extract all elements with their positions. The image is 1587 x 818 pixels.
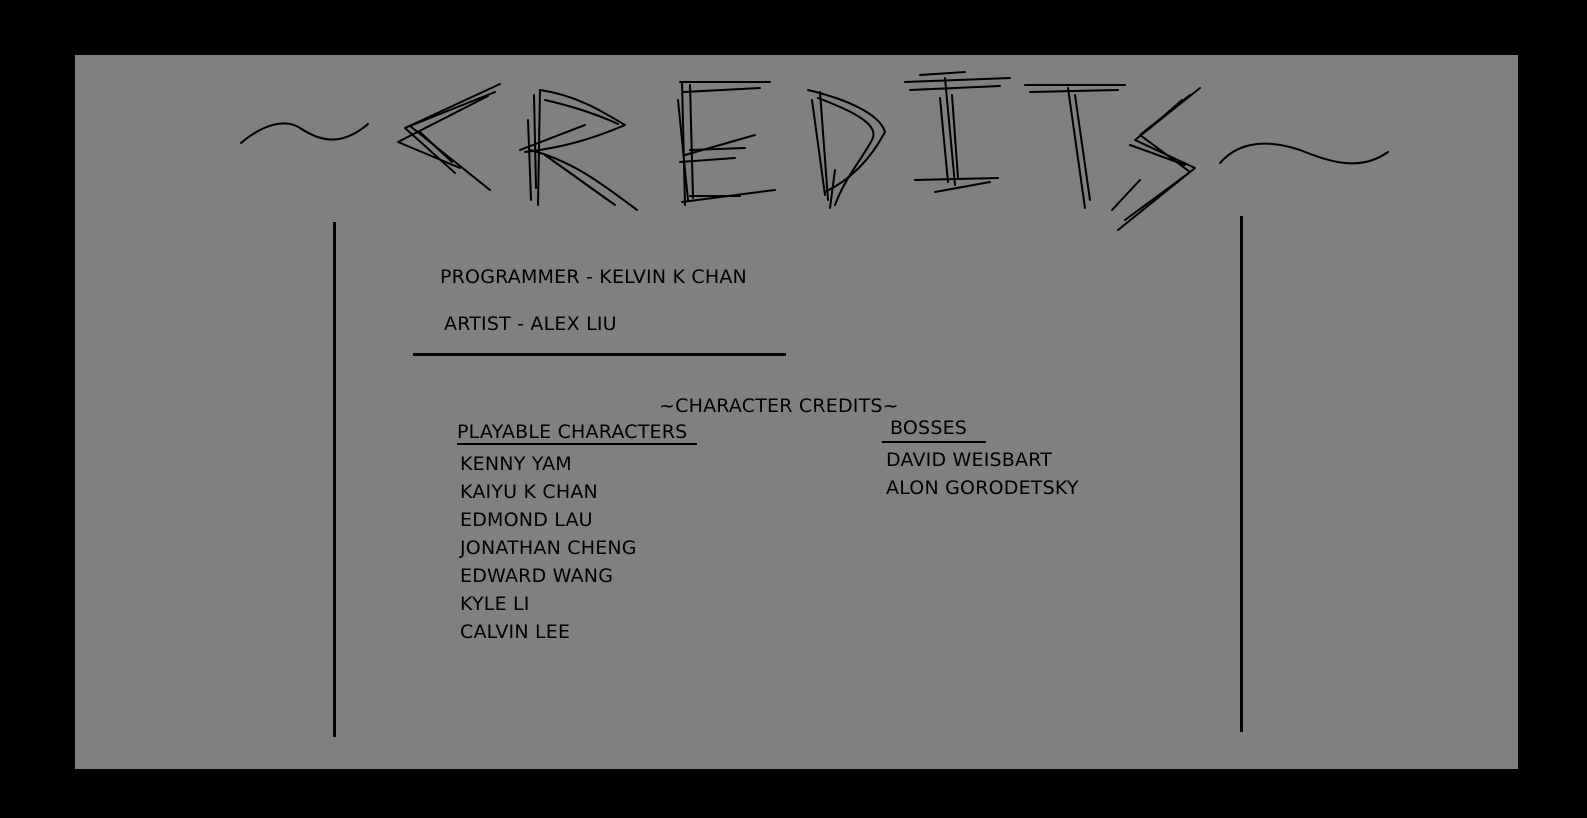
- left-panel-border: [333, 222, 336, 737]
- bosses-heading: BOSSES: [890, 417, 968, 439]
- playable-heading-underline: [457, 443, 697, 445]
- bosses-list: DAVID WEISBART ALON GORODETSKY: [886, 446, 1079, 502]
- list-item: EDMOND LAU: [460, 509, 593, 531]
- list-item: EDWARD WANG: [460, 565, 614, 587]
- character-credits-heading: ~CHARACTER CREDITS~: [659, 395, 899, 417]
- bosses-heading-underline: [882, 441, 986, 443]
- list-item: ALON GORODETSKY: [886, 477, 1079, 499]
- list-item: KYLE LI: [460, 593, 530, 615]
- staff-divider: [413, 353, 786, 356]
- list-item: KENNY YAM: [460, 453, 572, 475]
- list-item: DAVID WEISBART: [886, 449, 1053, 471]
- playable-characters-heading: PLAYABLE CHARACTERS: [457, 421, 688, 443]
- list-item: KAIYU K CHAN: [460, 481, 598, 503]
- programmer-credit: PROGRAMMER - KELVIN K CHAN: [440, 266, 747, 288]
- playable-characters-list: KENNY YAM KAIYU K CHAN EDMOND LAU JONATH…: [460, 450, 637, 646]
- artist-credit: ARTIST - ALEX LIU: [444, 313, 617, 335]
- game-screen: PROGRAMMER - KELVIN K CHAN ARTIST - ALEX…: [0, 0, 1587, 818]
- list-item: JONATHAN CHENG: [460, 537, 637, 559]
- list-item: CALVIN LEE: [460, 621, 571, 643]
- right-panel-border: [1240, 216, 1243, 732]
